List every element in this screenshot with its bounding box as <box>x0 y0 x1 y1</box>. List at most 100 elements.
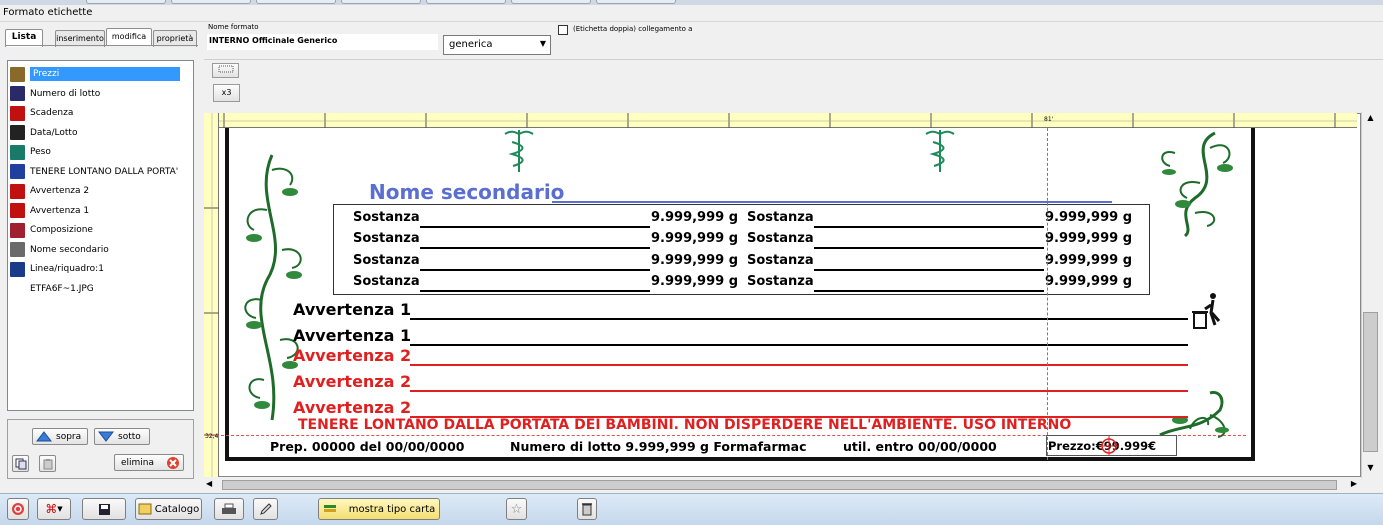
prep-text[interactable]: Prep. 00000 del 00/00/0000 <box>270 439 464 454</box>
list-item-label: Nome secondario <box>30 244 109 255</box>
secondary-name-text[interactable]: Nome secondario <box>369 180 564 204</box>
warning-underline <box>410 390 1188 392</box>
format-name-field[interactable]: INTERNO Officinale Generico <box>207 34 438 50</box>
substance-amount[interactable]: 9.999,999 g <box>1045 210 1132 225</box>
grid-toggle-button[interactable] <box>212 63 239 78</box>
substance-amount[interactable]: 9.999,999 g <box>651 210 738 225</box>
delete-button[interactable]: elimina <box>114 454 184 471</box>
favorite-button[interactable]: ☆ <box>506 498 527 520</box>
close-button[interactable] <box>7 498 29 520</box>
substance-name[interactable]: Sostanza <box>747 231 814 246</box>
horizontal-scrollbar[interactable]: ◀ ▶ <box>204 478 1361 492</box>
format-type-select[interactable]: generica ▼ <box>443 35 551 55</box>
use-by-text[interactable]: util. entro 00/00/0000 <box>843 439 997 454</box>
list-item-label: Prezzi <box>30 67 180 81</box>
scroll-right-icon[interactable]: ▶ <box>1351 479 1357 488</box>
list-item[interactable]: TENERE LONTANO DALLA PORTA' <box>10 163 182 181</box>
catalog-button[interactable]: Catalogo <box>135 498 202 520</box>
list-item-label: Data/Lotto <box>30 127 78 138</box>
top-toolbar-button[interactable] <box>426 0 506 4</box>
chevron-down-icon: ▼ <box>539 39 546 48</box>
tab-baseline <box>5 45 198 46</box>
substance-name[interactable]: Sostanza <box>353 210 420 225</box>
substance-amount[interactable]: 9.999,999 g <box>651 231 738 246</box>
pencil-icon <box>260 502 272 515</box>
tab-modifica[interactable]: modifica <box>106 28 152 45</box>
substance-name[interactable]: Sostanza <box>747 253 814 268</box>
top-toolbar-button[interactable] <box>341 0 421 4</box>
warning-text[interactable]: Avvertenza 1 <box>293 326 411 345</box>
list-item-label: Scadenza <box>30 108 74 118</box>
show-paper-type-label: mostra tipo carta <box>348 503 436 515</box>
list-item-label: Avvertenza 2 <box>30 186 90 196</box>
substance-name[interactable]: Sostanza <box>353 274 420 289</box>
top-toolbar-button[interactable] <box>86 0 166 4</box>
element-list[interactable]: Prezzi Numero di lotto Scadenza Data/Lotto P… <box>7 60 194 411</box>
keep-away-text[interactable]: TENERE LONTANO DALLA PORTATA DEI BAMBINI… <box>298 417 1071 433</box>
list-item[interactable]: Data/Lotto <box>10 124 182 142</box>
substance-name[interactable]: Sostanza <box>747 274 814 289</box>
caduceus-icon <box>504 130 534 172</box>
top-toolbar-button[interactable] <box>596 0 676 4</box>
list-item[interactable]: Scadenza <box>10 104 182 122</box>
scroll-down-icon[interactable]: ▼ <box>1363 463 1378 477</box>
save-button[interactable] <box>82 498 126 520</box>
lot-text[interactable]: Numero di lotto 9.999,999 g Formafarmac <box>510 439 807 454</box>
trash-icon <box>582 503 592 516</box>
edit-tool-button[interactable] <box>253 498 278 520</box>
substance-amount[interactable]: 9.999,999 g <box>651 274 738 289</box>
warning-text[interactable]: Avvertenza 2 <box>293 346 411 365</box>
show-paper-type-button[interactable]: mostra tipo carta <box>318 498 440 520</box>
list-item[interactable]: ETFA6F~1.JPG <box>10 280 182 298</box>
list-item[interactable]: Avvertenza 2 <box>10 182 182 200</box>
print-button[interactable] <box>214 498 244 520</box>
list-item[interactable]: Avvertenza 1 <box>10 202 182 220</box>
warning-text[interactable]: Avvertenza 2 <box>293 398 411 417</box>
substance-name[interactable]: Sostanza <box>353 231 420 246</box>
scroll-left-icon[interactable]: ◀ <box>206 479 212 488</box>
substance-name[interactable]: Sostanza <box>353 253 420 268</box>
move-down-button[interactable]: sotto <box>94 428 150 445</box>
command-menu-button[interactable]: ⌘ ▼ <box>37 498 71 520</box>
warning-text[interactable]: Avvertenza 1 <box>293 300 411 319</box>
list-item[interactable]: Composizione <box>10 221 182 239</box>
scroll-up-icon[interactable]: ▲ <box>1363 113 1378 127</box>
vertical-scroll-thumb[interactable] <box>1363 312 1378 452</box>
copy-button[interactable] <box>12 455 29 472</box>
composition-box[interactable] <box>333 204 1150 295</box>
leaf-ornament-top-right <box>1161 131 1233 238</box>
list-item-label: TENERE LONTANO DALLA PORTA' <box>30 166 179 177</box>
vertical-scrollbar[interactable]: ▲ ▼ <box>1361 112 1378 478</box>
list-item[interactable]: Linea/riquadro:1 <box>10 260 182 278</box>
substance-amount[interactable]: 9.999,999 g <box>1045 274 1132 289</box>
double-label-checkbox[interactable] <box>558 25 568 35</box>
power-icon <box>12 503 24 515</box>
list-item[interactable]: Peso <box>10 143 182 161</box>
warning-underline <box>410 344 1188 346</box>
substance-underline <box>814 226 1044 228</box>
substance-name[interactable]: Sostanza <box>747 210 814 225</box>
top-toolbar-button[interactable] <box>511 0 591 4</box>
list-item[interactable]: Numero di lotto <box>10 85 182 103</box>
list-item[interactable]: Nome secondario <box>10 241 182 259</box>
title-divider <box>0 21 1383 22</box>
list-item[interactable]: Prezzi <box>10 65 182 83</box>
trash-button[interactable] <box>577 498 597 520</box>
substance-amount[interactable]: 9.999,999 g <box>1045 253 1132 268</box>
move-down-label: sotto <box>118 431 141 442</box>
secondary-name-underline <box>552 201 1112 203</box>
warning-underline <box>410 318 1188 320</box>
top-toolbar-button[interactable] <box>256 0 336 4</box>
multiply-button[interactable]: x3 <box>213 84 240 102</box>
horizontal-scroll-thumb[interactable] <box>222 480 1337 490</box>
move-handle-icon[interactable] <box>1099 436 1119 456</box>
substance-underline <box>814 289 1044 292</box>
move-up-button[interactable]: sopra <box>32 428 88 445</box>
paste-button[interactable] <box>39 455 56 472</box>
substance-amount[interactable]: 9.999,999 g <box>1045 231 1132 246</box>
top-toolbar-button[interactable] <box>171 0 251 4</box>
substance-amount[interactable]: 9.999,999 g <box>651 253 738 268</box>
format-name-label: Nome formato <box>208 23 259 31</box>
list-item-label: Peso <box>30 147 51 157</box>
warning-text[interactable]: Avvertenza 2 <box>293 372 411 391</box>
